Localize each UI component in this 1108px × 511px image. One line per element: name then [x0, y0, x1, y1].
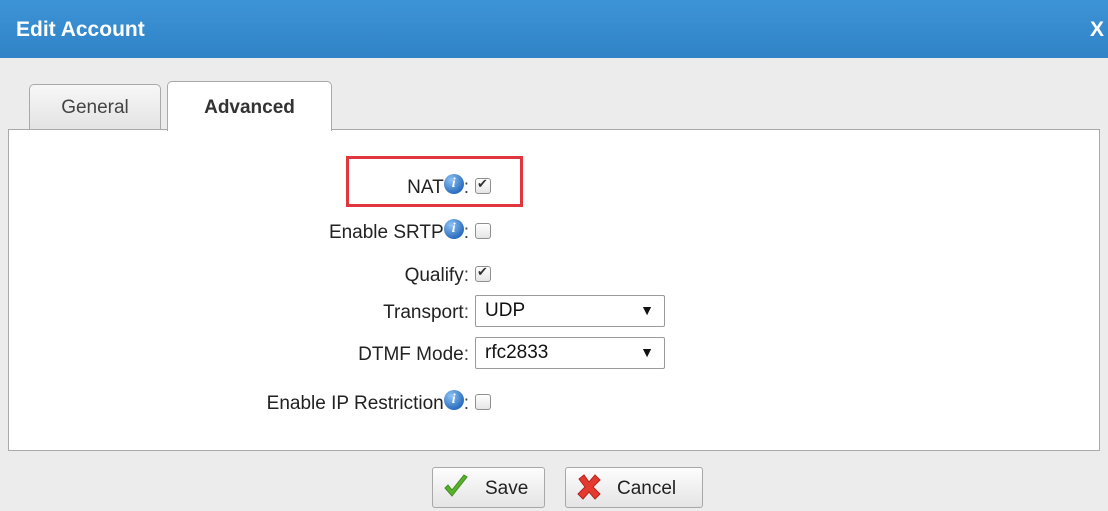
qualify-row: Qualify: — [9, 261, 1101, 291]
close-button[interactable]: X — [1090, 18, 1104, 42]
checkmark-icon — [444, 474, 468, 497]
enable-srtp-row: Enable SRTP i: — [9, 218, 1101, 248]
dialog-title: Edit Account — [16, 18, 145, 41]
info-icon[interactable]: i — [443, 219, 464, 239]
save-label: Save — [485, 478, 529, 499]
tab-general[interactable]: General — [29, 84, 161, 130]
transport-select[interactable]: UDP ▼ — [475, 295, 665, 327]
colon: : — [463, 344, 469, 365]
dtmf-mode-row: DTMF Mode: rfc2833 ▼ — [9, 337, 1101, 371]
colon: : — [463, 393, 469, 414]
enable-ip-restriction-label: Enable IP Restriction — [266, 393, 444, 414]
dtmf-mode-label: DTMF Mode — [358, 344, 464, 365]
enable-srtp-checkbox[interactable] — [475, 223, 491, 239]
transport-value: UDP — [485, 300, 526, 321]
nat-row: NAT i: — [9, 173, 1101, 203]
cross-icon — [577, 474, 601, 500]
enable-ip-restriction-checkbox[interactable] — [475, 394, 491, 410]
enable-srtp-label: Enable SRTP — [328, 222, 444, 243]
cancel-button[interactable]: Cancel — [565, 467, 703, 508]
enable-ip-restriction-label-group: Enable IP Restriction i: — [266, 390, 469, 415]
dialog-titlebar: Edit Account X — [0, 0, 1108, 58]
qualify-label-group: Qualify: — [405, 265, 469, 287]
dtmf-mode-select[interactable]: rfc2833 ▼ — [475, 337, 665, 369]
colon: : — [463, 222, 469, 243]
enable-srtp-label-group: Enable SRTP i: — [328, 219, 469, 244]
edit-account-dialog: Edit Account X General Advanced NATi: En… — [0, 0, 1108, 511]
chevron-down-icon: ▼ — [640, 302, 654, 318]
info-icon[interactable]: i — [443, 390, 464, 410]
colon: : — [463, 302, 469, 323]
tab-advanced[interactable]: Advanced — [167, 81, 332, 131]
save-button[interactable]: Save — [432, 467, 545, 508]
colon: : — [463, 265, 469, 286]
transport-label-group: Transport: — [383, 302, 469, 324]
dtmf-mode-value: rfc2833 — [485, 342, 549, 363]
dtmf-mode-label-group: DTMF Mode: — [358, 344, 469, 366]
enable-ip-restriction-row: Enable IP Restriction i: — [9, 389, 1101, 419]
advanced-panel: NATi: Enable SRTPi: Qualify: Transport: … — [8, 129, 1100, 451]
transport-row: Transport: UDP ▼ — [9, 295, 1101, 329]
transport-label: Transport — [383, 302, 464, 323]
cancel-label: Cancel — [617, 478, 677, 499]
chevron-down-icon: ▼ — [640, 344, 654, 360]
qualify-checkbox[interactable] — [475, 264, 491, 282]
nat-highlight-box — [346, 156, 523, 207]
qualify-label: Qualify — [404, 265, 464, 286]
